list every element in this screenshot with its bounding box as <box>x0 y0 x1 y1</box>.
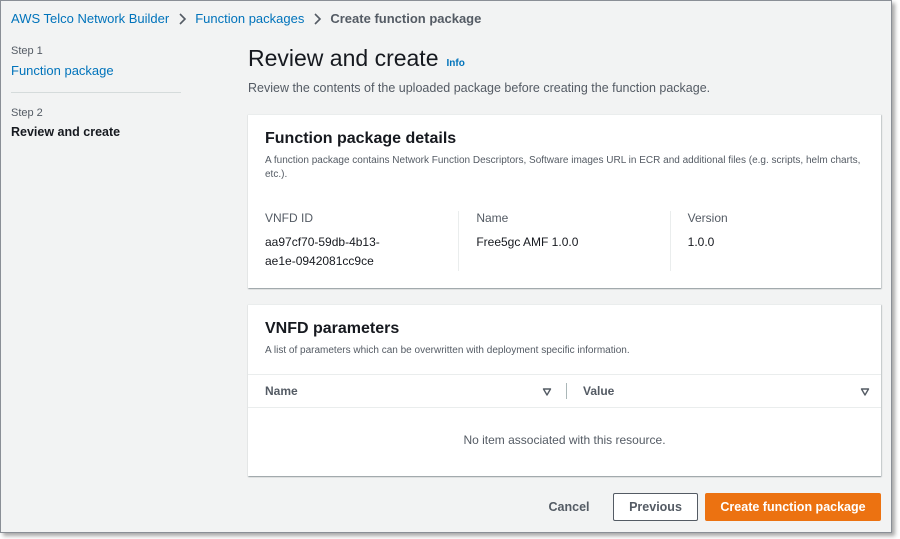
vnfd-parameters-panel: VNFD parameters A list of parameters whi… <box>248 304 881 476</box>
empty-table-message: No item associated with this resource. <box>463 433 666 447</box>
page-description: Review the contents of the uploaded pack… <box>248 81 711 95</box>
chevron-right-icon <box>179 12 187 25</box>
details-grid: VNFD ID aa97cf70-59db-4b13- ae1e-0942081… <box>248 211 881 271</box>
previous-button[interactable]: Previous <box>613 493 698 521</box>
main-content: Review and create Info Review the conten… <box>248 45 881 476</box>
breadcrumb-function-packages[interactable]: Function packages <box>195 11 304 26</box>
field-label: Version <box>687 211 728 225</box>
vnfd-id-value-line-1: aa97cf70-59db-4b13- <box>265 235 380 249</box>
sort-triangle-icon[interactable] <box>542 387 552 397</box>
column-header-label: Name <box>265 384 298 398</box>
wizard-step-1: Step 1 Function package <box>11 45 181 92</box>
table-header: Name Value <box>248 374 881 408</box>
cancel-button[interactable]: Cancel <box>536 493 602 521</box>
breadcrumb-telco-network-builder[interactable]: AWS Telco Network Builder <box>11 11 169 26</box>
panel-title: Function package details <box>265 130 457 147</box>
version-value: 1.0.0 <box>687 235 715 249</box>
vnfd-id-field: VNFD ID aa97cf70-59db-4b13- ae1e-0942081… <box>248 211 458 271</box>
step-link-function-package[interactable]: Function package <box>11 63 181 78</box>
function-package-details-panel: Function package details A function pack… <box>248 114 881 288</box>
column-header-name[interactable]: Name <box>248 375 566 407</box>
step-number: Step 2 <box>11 107 43 119</box>
name-field: Name Free5gc AMF 1.0.0 <box>458 211 669 271</box>
wizard-steps: Step 1 Function package Step 2 Review an… <box>11 45 181 153</box>
app-window: AWS Telco Network Builder Function packa… <box>0 0 892 533</box>
panel-header: Function package details A function pack… <box>248 115 881 182</box>
create-function-package-button[interactable]: Create function package <box>705 493 881 521</box>
chevron-right-icon <box>314 12 322 25</box>
info-link[interactable]: Info <box>447 58 465 69</box>
wizard-actions: Cancel Previous Create function package <box>248 493 881 521</box>
step-current-review-and-create: Review and create <box>11 125 121 139</box>
breadcrumb: AWS Telco Network Builder Function packa… <box>11 11 481 26</box>
column-header-value[interactable]: Value <box>567 375 881 407</box>
field-label: Name <box>476 211 509 225</box>
vnfd-id-value-line-2: ae1e-0942081cc9ce <box>265 254 374 268</box>
column-header-label: Value <box>583 384 615 398</box>
page-title: Review and create <box>248 45 439 71</box>
panel-title: VNFD parameters <box>265 320 400 337</box>
wizard-step-2: Step 2 Review and create <box>11 92 181 153</box>
step-number: Step 1 <box>11 45 43 57</box>
panel-description: A function package contains Network Func… <box>265 155 861 180</box>
sort-triangle-icon[interactable] <box>860 387 870 397</box>
panel-header: VNFD parameters A list of parameters whi… <box>248 305 881 358</box>
panel-description: A list of parameters which can be overwr… <box>265 345 630 356</box>
field-label: VNFD ID <box>265 211 313 225</box>
breadcrumb-current: Create function package <box>330 11 482 26</box>
page-header: Review and create Info <box>248 45 881 72</box>
version-field: Version 1.0.0 <box>669 211 881 271</box>
name-value: Free5gc AMF 1.0.0 <box>476 235 579 249</box>
